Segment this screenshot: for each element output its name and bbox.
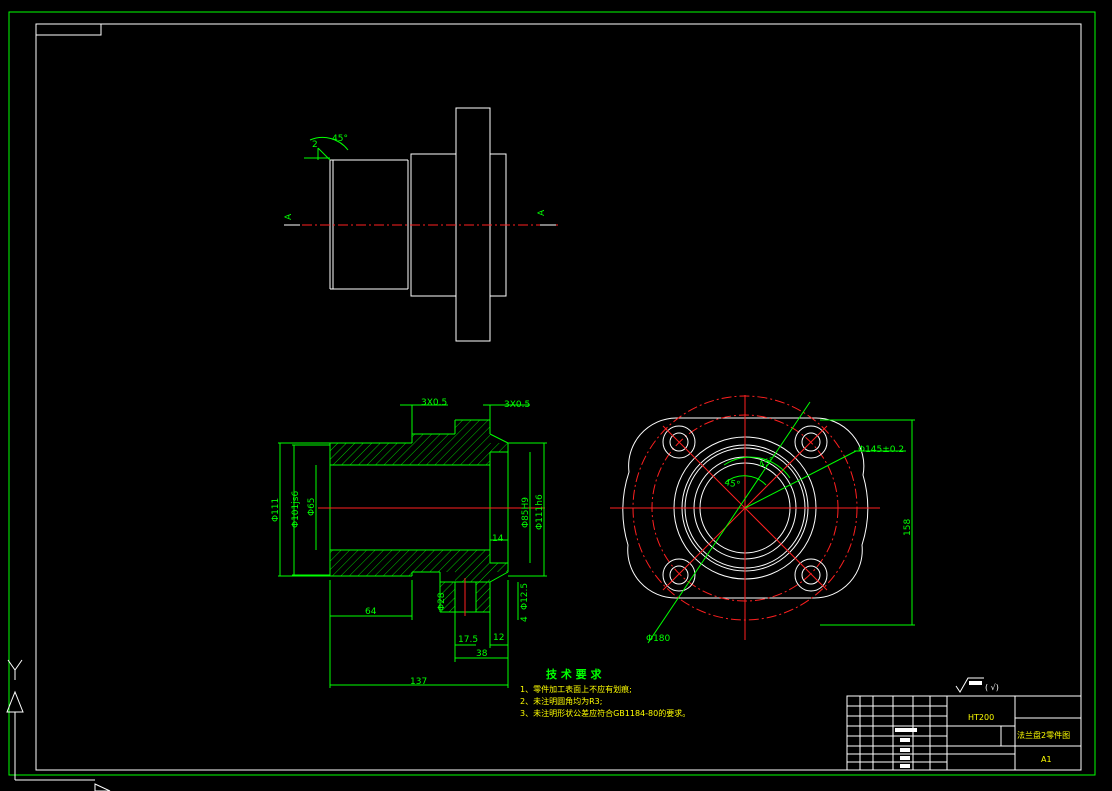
dim-17-5: 17.5	[458, 635, 478, 645]
dim-64: 64	[365, 607, 377, 617]
section-mark-left: A	[284, 213, 294, 220]
dim-158: 158	[903, 519, 913, 536]
top-view: 45° 2 A A	[284, 107, 558, 342]
outer-border	[8, 11, 1096, 776]
dim-d111h6: Φ111h6	[535, 494, 545, 530]
section-mark-right: A	[537, 209, 547, 216]
dim-chamfer-left: 3X0.5	[421, 398, 447, 408]
dim-d101: Φ101js6	[291, 491, 301, 528]
section-view: Φ111 Φ101js6 Φ65 Φ85H9 Φ111h6 Φ28 Φ12.5 …	[271, 398, 547, 688]
dim-137: 137	[410, 677, 427, 687]
dim-d85: Φ85H9	[521, 497, 531, 528]
part-name: 法兰盘2零件图	[1017, 730, 1070, 740]
dim-12: 12	[493, 633, 504, 643]
front-view: Φ145±0.2 Φ180 158 45° 45°	[610, 395, 915, 644]
sheet-size: A1	[1041, 755, 1052, 764]
ucs-icon	[6, 659, 111, 791]
technical-requirements: 技 术 要 求 1、零件加工表面上不应有划痕; 2、未注明圆角均为R3; 3、未…	[520, 667, 690, 718]
roughness-symbol: ( √)	[955, 677, 999, 693]
roughness-note: ( √)	[985, 683, 999, 692]
tech-line-2: 2、未注明圆角均为R3;	[520, 696, 602, 706]
tech-title: 技 术 要 求	[546, 667, 602, 681]
dim-d111: Φ111	[271, 498, 281, 522]
dim-chamfer-right: 3X0.5	[504, 400, 530, 410]
dim-4: 4	[520, 616, 530, 622]
dim-d28: Φ28	[437, 592, 447, 611]
corner-tab	[35, 23, 102, 36]
dim-d145: Φ145±0.2	[858, 445, 904, 455]
dim-d65: Φ65	[307, 497, 317, 516]
material-label: HT200	[968, 713, 994, 722]
tech-line-1: 1、零件加工表面上不应有划痕;	[520, 684, 632, 694]
dim-38: 38	[476, 649, 488, 659]
dim-d12: Φ12.5	[520, 583, 530, 610]
chamfer-len-label: 2	[312, 140, 318, 150]
dim-d180: Φ180	[646, 634, 671, 644]
dim-14: 14	[492, 534, 504, 544]
inner-frame	[35, 23, 1082, 771]
angle-label-top: 45°	[332, 134, 348, 144]
tech-line-3: 3、未注明形状公差应符合GB1184-80的要求。	[520, 708, 690, 718]
title-block: HT200 法兰盘2零件图 A1	[846, 695, 1082, 771]
drawing-canvas: 45° 2 A A Φ111 Φ101js6 Φ65 Φ85H9 Φ111h6 …	[6, 11, 1096, 791]
